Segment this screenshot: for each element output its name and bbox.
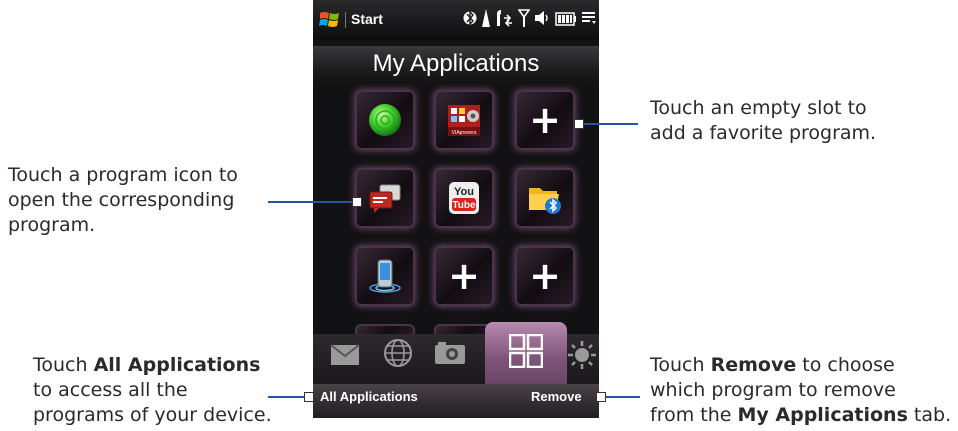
callout-bold: My Applications — [737, 404, 908, 426]
callout-text: tab. — [907, 404, 952, 426]
phone-device-icon — [369, 259, 401, 293]
page-title: My Applications — [372, 50, 540, 77]
applications-grid-icon — [509, 334, 543, 368]
remove-softkey[interactable]: Remove — [531, 389, 582, 404]
callout-remove: Touch Remove to choose which program to … — [650, 353, 951, 428]
empty-slot-tile[interactable]: + — [515, 246, 575, 306]
callout-bold: All Applications — [93, 354, 261, 376]
callout-text: programs of your device. — [33, 404, 272, 426]
signal-strength-icon — [517, 8, 531, 32]
camera-icon — [435, 342, 465, 364]
callout-text: from the — [650, 404, 738, 426]
envelope-icon — [330, 344, 360, 365]
callout-text: Touch — [650, 354, 711, 376]
leader-endpoint — [352, 197, 362, 207]
app-tile[interactable] — [355, 246, 415, 306]
callout-text: to access all the — [33, 379, 188, 401]
tab-internet[interactable] — [383, 338, 413, 375]
bluetooth-folder-icon — [529, 188, 561, 214]
globe-icon — [384, 339, 412, 367]
empty-slot-tile[interactable]: + — [434, 246, 494, 306]
leader-line — [600, 396, 640, 398]
callout-text: Touch an empty slot to — [650, 97, 867, 119]
app-tile[interactable]: You Tube — [434, 168, 494, 228]
callout-line: Touch All Applications — [33, 353, 272, 378]
app-tile[interactable]: VIAprovers — [434, 90, 494, 150]
plus-icon: + — [529, 98, 561, 142]
tab-settings[interactable] — [567, 340, 597, 377]
sun-settings-icon — [568, 341, 596, 369]
all-applications-softkey[interactable]: All Applications — [320, 389, 418, 404]
callout-program-icon: Touch a program icon to open the corresp… — [8, 163, 238, 238]
viaprograms-app-icon: VIAprovers — [448, 105, 480, 136]
volume-icon — [534, 8, 552, 32]
plus-icon: + — [529, 254, 561, 298]
start-menu-label[interactable]: Start — [351, 11, 383, 27]
callout-text: to choose — [796, 354, 895, 376]
callout-empty-slot: Touch an empty slot to add a favorite pr… — [650, 96, 876, 146]
leader-line — [268, 201, 356, 203]
callout-text: add a favorite program. — [650, 122, 877, 144]
callout-bold: Remove — [710, 354, 797, 376]
youtube-label-top: You — [454, 186, 474, 198]
callout-text: which program to remove — [650, 379, 896, 401]
messaging-app-icon — [369, 184, 401, 213]
tab-messages[interactable] — [330, 343, 360, 373]
bluetooth-icon — [463, 9, 477, 31]
callout-text: Touch a program icon to — [8, 164, 238, 186]
tab-camera[interactable] — [434, 341, 466, 372]
green-orb-app-icon — [369, 104, 401, 136]
app-tile[interactable] — [355, 168, 415, 228]
app-tile[interactable] — [515, 168, 575, 228]
windows-start-icon[interactable] — [318, 8, 342, 32]
antenna-icon — [481, 8, 491, 32]
status-icons — [463, 9, 597, 31]
status-bar: Start — [313, 0, 599, 40]
menu-list-icon[interactable] — [581, 10, 597, 30]
callout-all-applications: Touch All Applications to access all the… — [33, 353, 272, 428]
leader-endpoint — [304, 392, 314, 402]
data-connection-icon — [494, 8, 514, 32]
leader-endpoint — [596, 392, 606, 402]
leader-line — [578, 123, 638, 125]
tab-my-applications[interactable] — [485, 322, 567, 384]
callout-line: Touch Remove to choose — [650, 353, 951, 378]
start-separator — [345, 12, 346, 28]
callout-line: from the My Applications tab. — [650, 403, 951, 428]
app-tile[interactable] — [355, 90, 415, 150]
leader-endpoint — [574, 119, 584, 129]
callout-text: Touch — [33, 354, 94, 376]
empty-slot-tile[interactable]: + — [515, 90, 575, 150]
youtube-label-bottom: Tube — [452, 200, 476, 211]
plus-icon: + — [448, 254, 480, 298]
callout-text: open the corresponding — [8, 189, 235, 211]
callout-text: program. — [8, 214, 96, 236]
viaprograms-badge: VIAprovers — [452, 130, 477, 136]
battery-icon — [555, 11, 577, 30]
youtube-app-icon: You Tube — [449, 182, 479, 214]
